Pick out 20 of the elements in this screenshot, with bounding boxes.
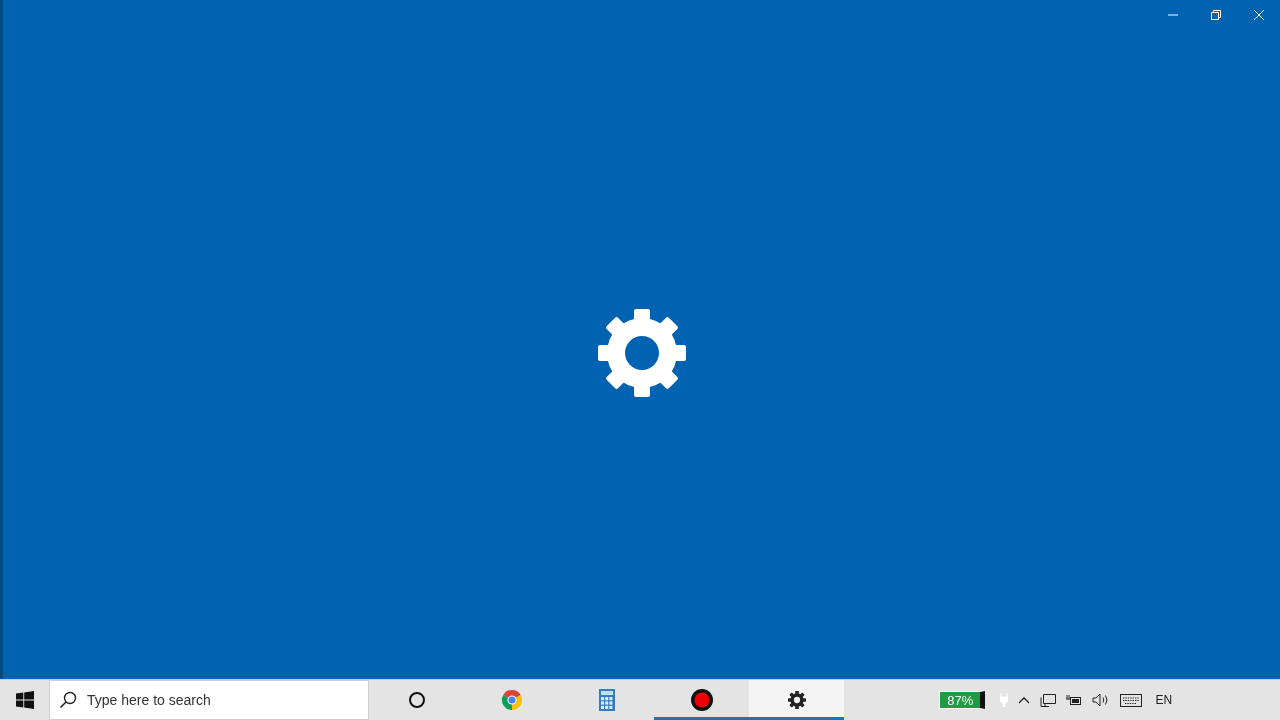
battery-icon[interactable] [1066,694,1083,706]
circle-icon [407,691,426,709]
record-icon [689,688,714,712]
volume-icon[interactable] [1092,693,1111,707]
search-field[interactable]: Type here to search [49,680,369,720]
keyboard-icon[interactable] [1120,693,1143,707]
close-icon [1252,9,1265,21]
gear-icon [787,691,806,709]
windows-logo-icon [15,691,34,709]
restore-icon [1209,9,1222,21]
taskbar-app-button[interactable] [749,680,845,720]
gear-icon [595,306,688,399]
battery-meter[interactable]: 87% [939,691,986,709]
battery-reading: 87% [947,692,974,708]
browser-icon [500,689,523,711]
language-indicator[interactable]: EN [1155,693,1173,707]
network-icon[interactable] [1040,693,1057,707]
search-icon [59,691,77,709]
chevron-up-icon[interactable] [1018,696,1031,704]
calculator-icon [598,689,615,711]
